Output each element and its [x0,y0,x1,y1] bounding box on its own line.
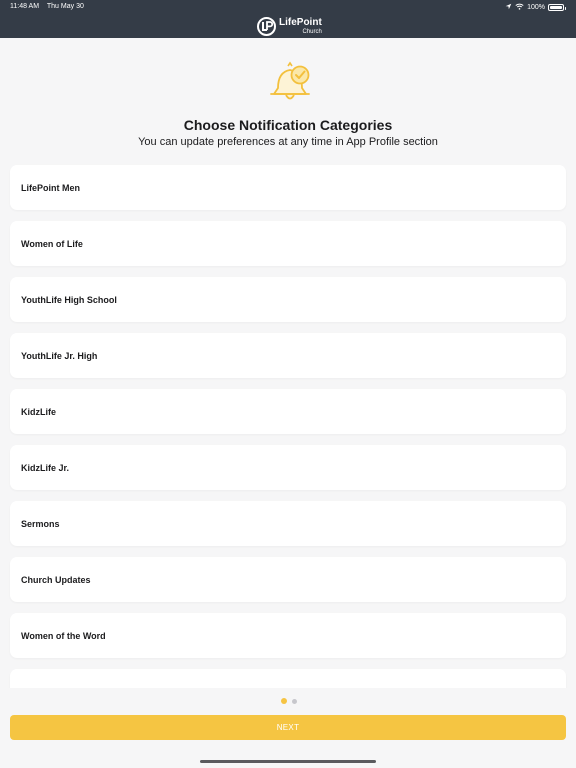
category-item[interactable]: Church Updates [10,557,566,602]
page-dot [292,698,297,704]
page-indicator [281,698,297,704]
category-item[interactable] [10,669,566,688]
category-item[interactable]: KidzLife [10,389,566,434]
category-item[interactable]: Women of the Word [10,613,566,658]
bell-check-icon [266,58,314,106]
app-header: 11:48 AM Thu May 30 100% LifePoint Churc… [0,0,576,38]
page-dot-active [281,698,287,704]
category-item[interactable]: LifePoint Men [10,165,566,210]
status-bar: 11:48 AM Thu May 30 100% [0,0,576,14]
battery-percent: 100% [527,4,545,11]
logo-subtitle: Church [302,28,322,35]
lifepoint-mark-icon [257,16,276,36]
next-button[interactable]: NEXT [10,715,566,740]
page-subtitle: You can update preferences at any time i… [138,136,438,148]
category-item[interactable]: Sermons [10,501,566,546]
category-item[interactable]: Women of Life [10,221,566,266]
home-indicator [200,760,376,763]
category-list[interactable]: LifePoint Men Women of Life YouthLife Hi… [0,164,576,688]
location-arrow-icon [505,3,512,12]
lifepoint-logo: LifePoint Church [257,16,322,36]
wifi-icon [515,3,524,12]
status-time: 11:48 AM [10,3,40,10]
logo-title: LifePoint [279,16,322,28]
category-item[interactable]: KidzLife Jr. [10,445,566,490]
battery-icon [548,4,566,11]
category-item[interactable]: YouthLife High School [10,277,566,322]
page-title: Choose Notification Categories [183,117,393,133]
status-date: Thu May 30 [46,3,84,10]
category-item[interactable]: YouthLife Jr. High [10,333,566,378]
